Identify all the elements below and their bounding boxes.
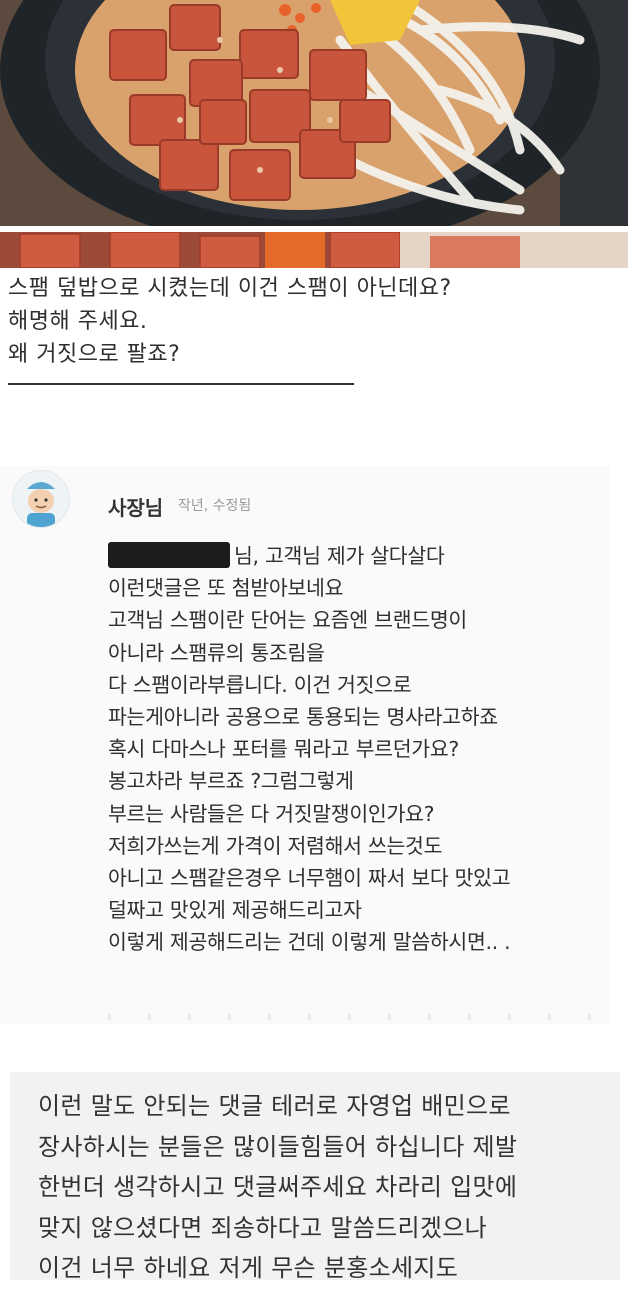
reply-line: 고객님 스팸이란 단어는 요즘엔 브랜드명이	[108, 608, 467, 633]
reply-line: 부르는 사람들은 다 거짓말쟁이인가요?	[108, 801, 435, 826]
owner-message-block: 이런 말도 안되는 댓글 테러로 자영업 배민으로 장사하시는 분들은 많이들힘…	[10, 1072, 620, 1282]
reply-meta: 작년, 수정됨	[178, 498, 252, 514]
review-line: 스팸 덮밥으로 시켰는데 이건 스팸이 아닌데요?	[8, 276, 452, 301]
notice-line: 한번더 생각하시고 댓글써주세요 차라리 입맛에	[38, 1173, 518, 1201]
notice-line: 이건 너무 하네요 저게 무슨 분홍소세지도	[38, 1254, 459, 1282]
reply-line-first: 님, 고객님 제가 살다살다	[108, 540, 608, 572]
notice-line: 장사하시는 분들은 많이들힘들어 하십니다 제발	[38, 1132, 518, 1161]
reply-first-line-text: 님, 고객님 제가 살다살다	[234, 544, 445, 568]
review-line: 해명해 주세요.	[8, 309, 148, 334]
reply-bottom-edge	[108, 1014, 598, 1020]
notice-line: 맞지 않으셨다면 죄송하다고 말씀드리겠으나	[38, 1213, 488, 1242]
reply-line: 다 스팸이라부릅니다. 이건 거짓으로	[108, 672, 412, 697]
customer-review: 스팸 덮밥으로 시켰는데 이건 스팸이 아닌데요? 해명해 주세요. 왜 거짓으…	[8, 272, 628, 385]
owner-reply-card: 사장님 작년, 수정됨 님, 고객님 제가 살다살다 이런댓글은 또 첨받아보네…	[0, 466, 610, 1024]
reply-author: 사장님	[108, 496, 164, 520]
reply-line: 아니라 스팸류의 통조림을	[108, 640, 325, 665]
reply-line: 아니고 스팸같은경우 너무햄이 짜서 보다 맛있고	[108, 866, 511, 891]
food-photo-strip	[0, 232, 628, 268]
food-photo	[0, 0, 628, 226]
reply-line: 봉고차라 부르죠 ?그럼그렇게	[108, 769, 354, 794]
reply-line: 파는게아니라 공용으로 통용되는 명사라고하죠	[108, 705, 498, 730]
reply-body: 님, 고객님 제가 살다살다 이런댓글은 또 첨받아보네요 고객님 스팸이란 단…	[108, 540, 608, 959]
reply-line: 이런댓글은 또 첨받아보네요	[108, 576, 344, 601]
reply-line: 이렇게 제공해드리는 건데 이렇게 말씀하시면.. .	[108, 930, 511, 955]
owner-avatar-icon[interactable]	[12, 470, 70, 528]
notice-line: 이런 말도 안되는 댓글 테러로 자영업 배민으로	[38, 1092, 511, 1120]
reply-line: 덜짜고 맛있게 제공해드리고자	[108, 898, 362, 923]
review-line: 왜 거짓으로 팔죠?	[8, 342, 181, 367]
redacted-name	[108, 542, 230, 568]
divider	[8, 383, 354, 385]
reply-line: 혹시 다마스나 포터를 뭐라고 부르던가요?	[108, 737, 459, 762]
reply-line: 저희가쓰는게 가격이 저렴해서 쓰는것도	[108, 833, 443, 858]
